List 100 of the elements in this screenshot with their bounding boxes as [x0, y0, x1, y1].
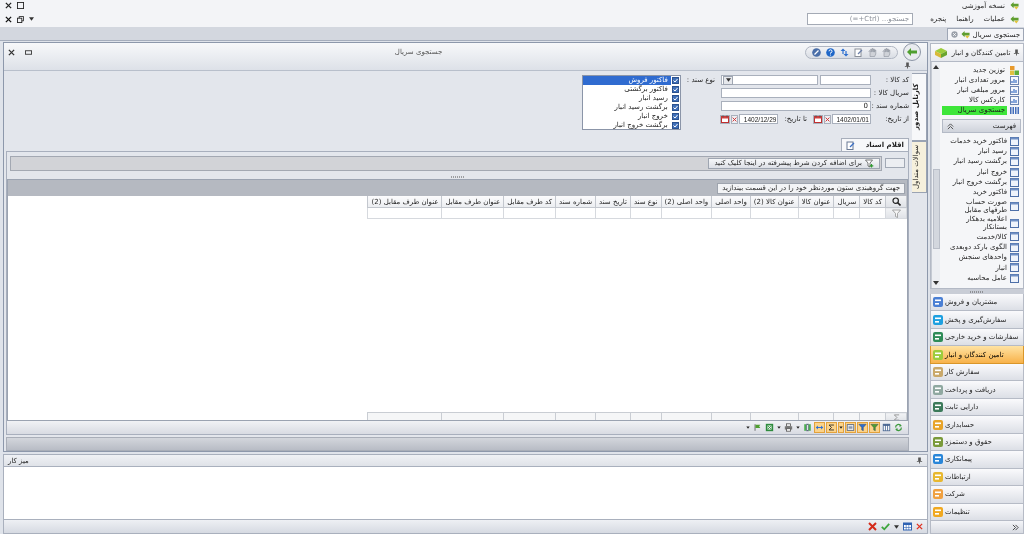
barcode-icon: [1010, 105, 1019, 115]
checkbox[interactable]: [671, 122, 679, 129]
refresh-icon[interactable]: [893, 422, 904, 433]
caret-icon[interactable]: [838, 422, 844, 433]
caret-icon[interactable]: [29, 17, 34, 21]
form-icon: [1010, 167, 1019, 177]
filter-field[interactable]: [503, 207, 556, 219]
filter-field[interactable]: [367, 207, 442, 219]
calendar-button[interactable]: [813, 114, 823, 124]
filter-field[interactable]: [798, 207, 834, 219]
checkbox[interactable]: [671, 113, 679, 120]
calendar-button[interactable]: [720, 114, 731, 124]
form-icon: [1010, 273, 1019, 283]
logo-icon: [960, 30, 970, 39]
delete-icon[interactable]: [868, 522, 877, 531]
printer-icon[interactable]: [783, 422, 794, 433]
form-icon: [1010, 136, 1019, 146]
down-arrow-icon[interactable]: [933, 281, 939, 285]
spreadsheet-icon[interactable]: [764, 422, 775, 433]
boxes-icon: [934, 46, 949, 59]
dropdown-button[interactable]: [723, 75, 733, 85]
filter-field[interactable]: [555, 207, 596, 219]
help-icon[interactable]: [826, 47, 835, 57]
filter-icon[interactable]: [857, 422, 868, 433]
columns-icon[interactable]: [881, 422, 892, 433]
note-icon: [846, 140, 855, 150]
filter-field[interactable]: [441, 207, 504, 219]
close-icon[interactable]: [5, 15, 12, 23]
close-icon[interactable]: [5, 2, 12, 9]
chart-page-icon: [1010, 75, 1019, 85]
filter-field[interactable]: [859, 207, 886, 219]
grip-icon[interactable]: [449, 175, 466, 178]
logo-icon: [1010, 14, 1019, 24]
chevron-icon[interactable]: [1012, 523, 1019, 531]
maximize-icon[interactable]: [17, 2, 24, 9]
caret-icon: [725, 78, 731, 82]
checkbox[interactable]: [671, 77, 679, 84]
checkbox[interactable]: [671, 104, 679, 111]
check-icon[interactable]: [881, 522, 890, 531]
close-circle-icon[interactable]: [950, 31, 958, 38]
form-icon: [1010, 232, 1019, 242]
hand-icon[interactable]: [868, 47, 877, 57]
up-arrow-icon[interactable]: [933, 65, 939, 69]
checkbox[interactable]: [671, 86, 679, 93]
chart-page-icon: [1010, 95, 1019, 105]
item-lookup-field[interactable]: [721, 75, 818, 85]
sum-icon: [892, 413, 900, 420]
form-icon: [1010, 157, 1019, 167]
filter-icon[interactable]: [869, 422, 880, 433]
flag-icon[interactable]: [752, 422, 763, 433]
restore-icon[interactable]: [17, 15, 24, 23]
filter-field[interactable]: [833, 207, 860, 219]
chart-page-icon: [1010, 85, 1019, 95]
form-icon: [1010, 242, 1019, 252]
form-icon: [1010, 188, 1019, 198]
x-icon: [732, 116, 738, 122]
toggle-button[interactable]: [885, 158, 905, 168]
form-icon: [1010, 201, 1019, 211]
pin-icon[interactable]: [904, 62, 911, 69]
checkbox[interactable]: [671, 95, 679, 102]
grip-icon[interactable]: [969, 290, 985, 293]
filter-field[interactable]: [661, 207, 712, 219]
list-icon[interactable]: [845, 422, 856, 433]
sum-icon[interactable]: [826, 422, 837, 433]
bars-icon[interactable]: [802, 422, 813, 433]
filter-field[interactable]: [750, 207, 799, 219]
hand-icon[interactable]: [882, 47, 891, 57]
form-icon: [1010, 177, 1019, 187]
item-code-field[interactable]: [820, 75, 871, 85]
filter-field[interactable]: [711, 207, 751, 219]
calendar-icon: [814, 115, 822, 123]
caret-icon[interactable]: [894, 524, 899, 529]
form-icon: [1010, 146, 1019, 156]
scrollbar[interactable]: [931, 62, 940, 288]
arrows-icon[interactable]: [840, 47, 849, 57]
clear-button[interactable]: [824, 114, 831, 124]
search-icon: [891, 197, 901, 206]
arrows-icon[interactable]: [814, 422, 825, 433]
scrollbar-thumb[interactable]: [932, 169, 940, 249]
serial-field[interactable]: [721, 88, 871, 98]
logo-icon[interactable]: [903, 43, 921, 61]
restore-icon[interactable]: [25, 48, 32, 56]
splitter-handle[interactable]: [930, 289, 1024, 294]
clear-button[interactable]: [731, 114, 739, 124]
calendar-icon: [721, 115, 730, 123]
collapse-icon[interactable]: [947, 122, 954, 130]
form-icon: [1010, 218, 1019, 228]
logo-icon: [1010, 1, 1019, 10]
note-icon[interactable]: [854, 47, 863, 57]
compass-icon[interactable]: [812, 47, 821, 57]
form-icon: [1010, 263, 1019, 273]
filter-field[interactable]: [595, 207, 631, 219]
table-icon[interactable]: [903, 522, 912, 531]
pin-icon[interactable]: [916, 457, 923, 464]
boxes-icon: [1010, 65, 1019, 75]
pin-icon[interactable]: [1013, 49, 1020, 56]
close-icon[interactable]: [8, 48, 15, 56]
search-button[interactable]: [885, 196, 907, 208]
form-icon: [1010, 253, 1019, 262]
filter-field[interactable]: [630, 207, 661, 219]
